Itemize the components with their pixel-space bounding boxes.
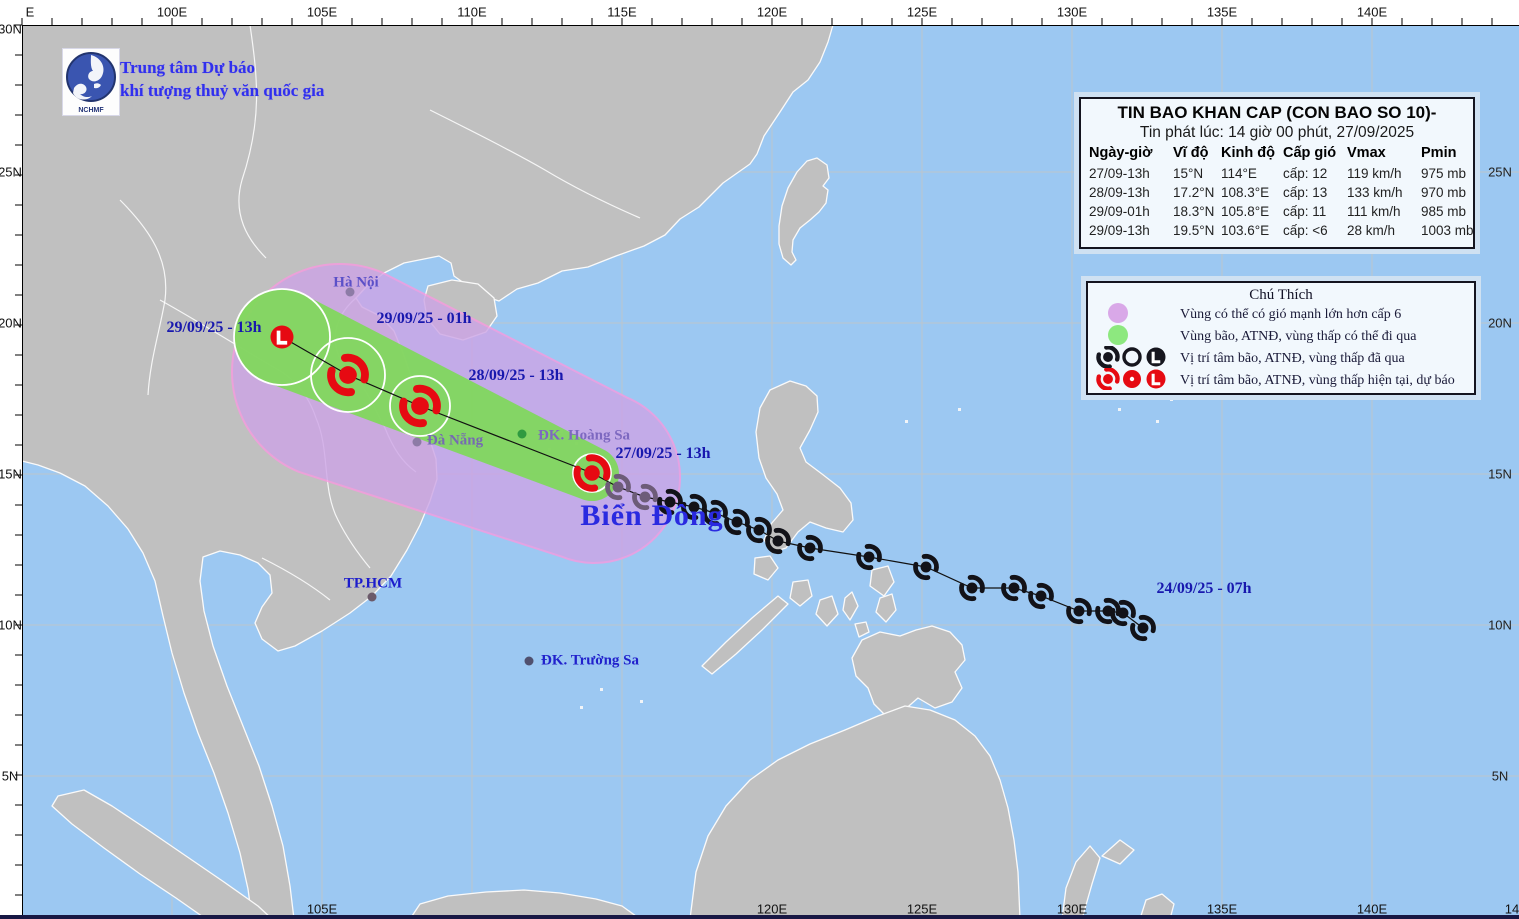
- table-cell: 119 km/h: [1347, 164, 1421, 183]
- table-cell: 29/09-01h: [1089, 202, 1173, 221]
- city-label: Đà Nẵng: [427, 433, 483, 450]
- table-cell: cấp: 13: [1283, 183, 1347, 202]
- table-cell: 19.5°N: [1173, 221, 1221, 240]
- city-dot: [368, 593, 377, 602]
- axis-label-left: 10N: [0, 618, 22, 633]
- axis-label-right: 15N: [1488, 467, 1512, 482]
- track-date-label: 24/09/25 - 07h: [1156, 580, 1251, 598]
- axis-label-right: 10N: [1488, 618, 1512, 633]
- track-date-label: 27/09/25 - 13h: [615, 445, 710, 463]
- city-dot: [518, 430, 527, 439]
- forecast-table-header: Ngày-giờVĩ độKinh độCấp gióVmaxPmin: [1089, 142, 1465, 164]
- legend-item: Vị trí tâm bão, ATNĐ, vùng thấp hiện tại…: [1096, 370, 1466, 392]
- table-cell: 28/09-13h: [1089, 183, 1173, 202]
- logo-text: NCHMF: [78, 107, 103, 114]
- axis-label-left: 30N: [0, 22, 22, 37]
- legend-rows: Vùng có thể có gió mạnh lớn hơn cấp 6 Vùn…: [1096, 304, 1466, 392]
- track-date-label: 29/09/25 - 01h: [376, 310, 471, 328]
- legend-item-label: Vùng bão, ATNĐ, vùng thấp có thể đi qua: [1180, 329, 1416, 345]
- city-label: Hà Nội: [333, 275, 378, 292]
- storm-forecast-app: E 100E 105E 110E 115E 120E 125E 130E 135E 140E 30N…: [0, 0, 1519, 919]
- table-col-header: Kinh độ: [1221, 142, 1283, 164]
- table-cell: 108.3°E: [1221, 183, 1283, 202]
- table-cell: 105.8°E: [1221, 202, 1283, 221]
- axis-label-top: 135E: [1207, 5, 1237, 20]
- table-cell: 975 mb: [1421, 164, 1475, 183]
- table-cell: 103.6°E: [1221, 221, 1283, 240]
- city-dot: [413, 438, 422, 447]
- org-name-line2: khí tượng thuỷ văn quốc gia: [120, 79, 324, 102]
- org-name: Trung tâm Dự báo khí tượng thuỷ văn quốc…: [120, 56, 324, 102]
- axis-label-right: 5N: [1492, 769, 1509, 784]
- table-cell: 970 mb: [1421, 183, 1475, 202]
- table-cell: 111 km/h: [1347, 202, 1421, 221]
- table-cell: 1003 mb: [1421, 221, 1475, 240]
- table-cell: 27/09-13h: [1089, 164, 1173, 183]
- city-dot: [525, 657, 534, 666]
- table-cell: cấp: 11: [1283, 202, 1347, 221]
- axis-label-top: 120E: [757, 5, 787, 20]
- table-col-header: Vĩ độ: [1173, 142, 1221, 164]
- table-col-header: Ngày-giờ: [1089, 142, 1173, 164]
- legend-box: Chú Thích Vùng có thể có gió mạnh lớn hơ…: [1081, 276, 1481, 400]
- axis-label-top: 140E: [1357, 5, 1387, 20]
- table-col-header: Vmax: [1347, 142, 1421, 164]
- legend-item-label: Vị trí tâm bão, ATNĐ, vùng thấp đã qua: [1180, 351, 1405, 367]
- city-label: ĐK. Trường Sa: [541, 653, 639, 670]
- table-cell: 985 mb: [1421, 202, 1475, 221]
- window-bottom-edge: [0, 915, 1519, 919]
- legend-item-label: Vùng có thể có gió mạnh lớn hơn cấp 6: [1180, 307, 1401, 323]
- table-cell: 15°N: [1173, 164, 1221, 183]
- track-date-label: 28/09/25 - 13h: [468, 367, 563, 385]
- table-row: 29/09-01h18.3°N105.8°Ecấp: 11111 km/h985…: [1089, 202, 1465, 221]
- axis-label-right: 25N: [1488, 165, 1512, 180]
- axis-label-left: 15N: [0, 467, 22, 482]
- axis-label-top: 115E: [607, 5, 636, 20]
- table-cell: 18.3°N: [1173, 202, 1221, 221]
- axis-label-top: 100E: [157, 5, 187, 20]
- axis-label-top: 130E: [1057, 5, 1087, 20]
- forecast-low-position: [271, 326, 294, 349]
- table-row: 29/09-13h19.5°N103.6°Ecấp: <628 km/h1003…: [1089, 221, 1465, 240]
- table-cell: 133 km/h: [1347, 183, 1421, 202]
- legend-item-label: Vị trí tâm bão, ATNĐ, vùng thấp hiện tại…: [1180, 373, 1455, 389]
- axis-label-left: 20N: [0, 316, 22, 331]
- bulletin-issued-time: Tin phát lúc: 14 giờ 00 phút, 27/09/2025: [1089, 124, 1465, 142]
- table-col-header: Cấp gió: [1283, 142, 1347, 164]
- table-row: 28/09-13h17.2°N108.3°Ecấp: 13133 km/h970…: [1089, 183, 1465, 202]
- table-cell: cấp: <6: [1283, 221, 1347, 240]
- forecast-table-rows: 27/09-13h15°N114°Ecấp: 12119 km/h975 mb2…: [1089, 164, 1465, 240]
- axis-label-top: E: [26, 5, 35, 20]
- table-cell: cấp: 12: [1283, 164, 1347, 183]
- city-label: TP.HCM: [344, 576, 402, 593]
- table-cell: 17.2°N: [1173, 183, 1221, 202]
- storm-info-box: TIN BAO KHAN CAP (CON BAO SO 10)- Tin ph…: [1074, 92, 1480, 254]
- city-label: ĐK. Hoàng Sa: [538, 428, 630, 445]
- axis-label-left: 25N: [0, 165, 22, 180]
- track-date-label: 29/09/25 - 13h: [166, 319, 261, 337]
- bulletin-title: TIN BAO KHAN CAP (CON BAO SO 10)-: [1089, 103, 1465, 123]
- table-cell: 114°E: [1221, 164, 1283, 183]
- table-cell: 29/09-13h: [1089, 221, 1173, 240]
- table-row: 27/09-13h15°N114°Ecấp: 12119 km/h975 mb: [1089, 164, 1465, 183]
- axis-label-top: 105E: [307, 5, 337, 20]
- nchmf-logo: NCHMF: [62, 48, 120, 116]
- axis-label-right: 20N: [1488, 316, 1512, 331]
- org-name-line1: Trung tâm Dự báo: [120, 56, 324, 79]
- storm-symbols-icon: [1096, 368, 1180, 395]
- sea-name-label: Biển Đông: [580, 499, 723, 533]
- table-col-header: Pmin: [1421, 142, 1475, 164]
- axis-label-left: 5N: [2, 769, 19, 784]
- axis-label-top: 110E: [457, 5, 486, 20]
- table-cell: 28 km/h: [1347, 221, 1421, 240]
- axis-label-top: 125E: [907, 5, 937, 20]
